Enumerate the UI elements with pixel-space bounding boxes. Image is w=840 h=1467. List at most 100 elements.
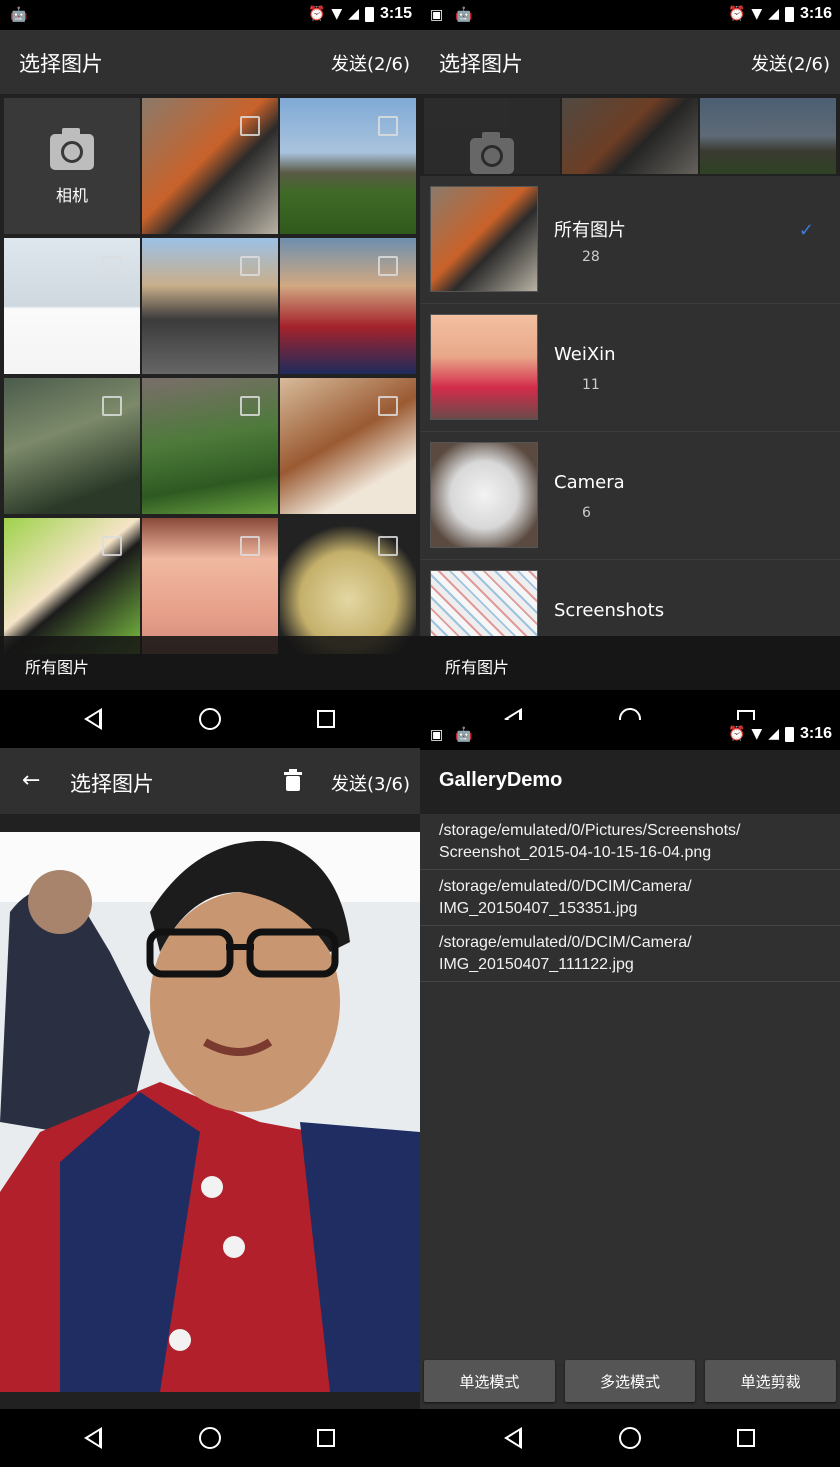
checkbox[interactable] — [378, 256, 398, 276]
checkbox[interactable] — [102, 396, 122, 416]
status-bar: ▣ 🤖 ⏰ ▼ ◢ 3:16 — [420, 720, 840, 750]
nav-recent-icon[interactable] — [737, 1429, 755, 1447]
image-icon: ▣ — [430, 727, 444, 743]
photo-thumb — [562, 98, 698, 174]
photo-thumb[interactable] — [142, 238, 278, 374]
nav-recent-icon[interactable] — [317, 1429, 335, 1447]
checkbox[interactable] — [102, 256, 122, 276]
page-title: 选择图片 — [439, 52, 523, 76]
list-item[interactable]: /storage/emulated/0/Pictures/Screenshots… — [420, 814, 840, 870]
checkbox[interactable] — [378, 396, 398, 416]
nav-back-icon[interactable] — [84, 1427, 102, 1449]
album-item[interactable]: 所有图片 28 ✓ — [420, 176, 840, 304]
checkbox[interactable] — [240, 396, 260, 416]
battery-icon — [364, 6, 374, 22]
camera-tile[interactable]: 相机 — [4, 98, 140, 234]
page-title: 选择图片 — [70, 772, 154, 796]
path-line: IMG_20150407_111122.jpg — [439, 956, 634, 973]
photo-thumb — [700, 98, 836, 174]
single-crop-button[interactable]: 单选剪裁 — [705, 1360, 837, 1402]
camera-label: 相机 — [55, 186, 88, 205]
gallery-demo-screen: ▣ 🤖 ⏰ ▼ ◢ 3:16 GalleryDemo /storage/emul… — [420, 720, 840, 1467]
send-button[interactable]: 发送(2/6) — [331, 50, 410, 76]
signal-icon: ◢ — [768, 726, 779, 742]
photo-thumb[interactable] — [280, 98, 416, 234]
album-count: 28 — [582, 249, 600, 265]
wifi-icon: ▼ — [751, 726, 763, 742]
photo-thumb[interactable] — [4, 378, 140, 514]
album-switcher-bar[interactable]: 所有图片 — [0, 636, 420, 690]
nav-back-icon[interactable] — [84, 708, 102, 730]
status-bar: ▣ 🤖 ⏰ ▼ ◢ 3:16 — [420, 0, 840, 30]
album-thumb — [430, 186, 538, 292]
path-line: IMG_20150407_153351.jpg — [439, 900, 638, 917]
android-icon: 🤖 — [455, 7, 473, 23]
nav-home-icon[interactable] — [199, 708, 221, 730]
current-album-label: 所有图片 — [25, 658, 90, 677]
picker-grid-screen: 🤖 ⏰ ▼ ◢ 3:15 选择图片 发送(2/6) 相机 所有图片 — [0, 0, 420, 748]
album-list: 所有图片 28 ✓ WeiXin 11 Camera 6 Screenshots — [420, 176, 840, 636]
photo-thumb[interactable] — [142, 378, 278, 514]
list-item[interactable]: /storage/emulated/0/DCIM/Camera/ IMG_201… — [420, 926, 840, 982]
checkbox[interactable] — [240, 536, 260, 556]
nav-bar — [0, 1409, 420, 1467]
nav-back-icon[interactable] — [504, 1427, 522, 1449]
preview-image — [0, 832, 420, 1392]
nav-home-icon[interactable] — [199, 1427, 221, 1449]
alarm-icon: ⏰ — [307, 6, 326, 22]
checkbox[interactable] — [378, 536, 398, 556]
wifi-icon: ▼ — [751, 6, 763, 22]
trash-icon[interactable] — [284, 769, 302, 791]
photo-thumb[interactable] — [280, 378, 416, 514]
preview-photo[interactable] — [0, 832, 420, 1392]
send-button[interactable]: 发送(3/6) — [331, 770, 410, 796]
wifi-icon: ▼ — [331, 6, 343, 22]
path-line: /storage/emulated/0/DCIM/Camera/ — [439, 934, 692, 951]
nav-recent-icon[interactable] — [737, 710, 755, 720]
album-name: WeiXin — [554, 344, 616, 365]
album-list-screen: ▣ 🤖 ⏰ ▼ ◢ 3:16 选择图片 发送(2/6) 所有图片 28 ✓ We… — [420, 0, 840, 720]
album-name: Camera — [554, 472, 625, 493]
single-select-button[interactable]: 单选模式 — [424, 1360, 555, 1402]
album-item[interactable]: Screenshots — [420, 560, 840, 636]
checkbox[interactable] — [240, 256, 260, 276]
photo-thumb[interactable] — [4, 238, 140, 374]
photo-thumb[interactable] — [142, 518, 278, 654]
android-icon: 🤖 — [10, 7, 28, 23]
nav-recent-icon[interactable] — [317, 710, 335, 728]
album-item[interactable]: Camera 6 — [420, 432, 840, 560]
album-name: 所有图片 — [554, 220, 626, 241]
signal-icon: ◢ — [768, 6, 779, 22]
path-line: /storage/emulated/0/Pictures/Screenshots… — [439, 822, 741, 839]
battery-icon — [784, 6, 794, 22]
nav-back-icon[interactable] — [504, 708, 522, 720]
arrow-back-icon[interactable]: ← — [22, 768, 40, 793]
photo-thumb[interactable] — [4, 518, 140, 654]
album-switcher-bar[interactable]: 所有图片 — [420, 636, 840, 690]
page-title: 选择图片 — [19, 52, 103, 76]
photo-preview-screen: ← 选择图片 发送(3/6) — [0, 748, 420, 1467]
nav-bar — [420, 1409, 840, 1467]
checkbox[interactable] — [378, 116, 398, 136]
album-count: 11 — [582, 377, 600, 393]
nav-home-icon[interactable] — [619, 1427, 641, 1449]
nav-bar — [420, 690, 840, 720]
checkbox[interactable] — [240, 116, 260, 136]
send-button[interactable]: 发送(2/6) — [751, 50, 830, 76]
album-thumb — [430, 314, 538, 420]
photo-thumb[interactable] — [280, 518, 416, 654]
nav-home-icon[interactable] — [619, 708, 641, 720]
app-bar: ← 选择图片 发送(3/6) — [0, 748, 420, 814]
photo-thumb[interactable] — [280, 238, 416, 374]
checkbox[interactable] — [102, 536, 122, 556]
dimmed-grid — [420, 94, 840, 174]
current-album-label: 所有图片 — [445, 658, 510, 677]
photo-thumb[interactable] — [142, 98, 278, 234]
app-bar: GalleryDemo — [420, 750, 840, 814]
app-bar: 选择图片 发送(2/6) — [420, 30, 840, 94]
album-item[interactable]: WeiXin 11 — [420, 304, 840, 432]
list-item[interactable]: /storage/emulated/0/DCIM/Camera/ IMG_201… — [420, 870, 840, 926]
multi-select-button[interactable]: 多选模式 — [564, 1360, 696, 1402]
clock: 3:15 — [379, 5, 412, 22]
battery-icon — [784, 726, 794, 742]
